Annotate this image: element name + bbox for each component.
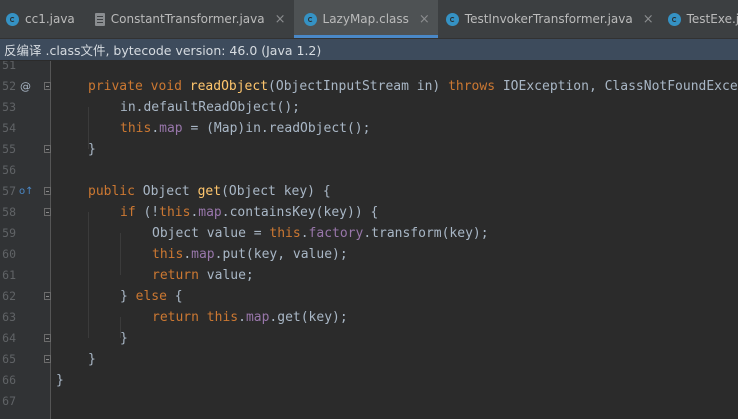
tab-testinvokertransformer-java[interactable]: TestInvokerTransformer.java × bbox=[438, 0, 662, 38]
code-text: } bbox=[88, 352, 96, 367]
code-text: this.map = (Map)in.readObject(); bbox=[120, 121, 371, 136]
tab-label: TestExe.java bbox=[686, 12, 738, 26]
code-line: 59 Object value = this.factory.transform… bbox=[0, 223, 738, 244]
override-method-icon[interactable]: o↑ bbox=[19, 181, 35, 202]
java-file-icon bbox=[94, 12, 105, 26]
code-line: 61 return value; bbox=[0, 265, 738, 286]
fold-toggle-icon[interactable] bbox=[44, 82, 51, 90]
fold-toggle-icon[interactable] bbox=[44, 187, 51, 195]
line-number: 54 bbox=[2, 121, 16, 135]
code-line: 54 this.map = (Map)in.readObject(); bbox=[0, 118, 738, 139]
code-line: 52 @ private void readObject(ObjectInput… bbox=[0, 76, 738, 97]
code-line: 51 bbox=[0, 61, 738, 76]
fold-toggle-icon[interactable] bbox=[44, 145, 51, 153]
code-line: 57 o↑ public Object get(Object key) { bbox=[0, 181, 738, 202]
tab-label: ConstantTransformer.java bbox=[110, 12, 265, 26]
line-number: 58 bbox=[2, 205, 16, 219]
annotation-marker-icon[interactable]: @ bbox=[20, 76, 36, 97]
tab-constanttransformer-java[interactable]: ConstantTransformer.java × bbox=[83, 0, 294, 38]
line-number: 52 bbox=[2, 79, 16, 93]
line-number: 63 bbox=[2, 310, 16, 324]
line-number: 61 bbox=[2, 268, 16, 282]
line-number: 66 bbox=[2, 373, 16, 387]
tab-label: TestInvokerTransformer.java bbox=[464, 12, 633, 26]
fold-toggle-icon[interactable] bbox=[44, 334, 51, 342]
editor-tab-bar: cc1.java ConstantTransformer.java × Lazy… bbox=[0, 0, 738, 39]
code-text: } else { bbox=[120, 289, 183, 304]
close-icon[interactable]: × bbox=[275, 13, 286, 26]
decompiled-class-banner: 反编译 .class文件, bytecode version: 46.0 (Ja… bbox=[0, 39, 738, 60]
code-text: private void readObject(ObjectInputStrea… bbox=[88, 79, 738, 94]
line-number: 65 bbox=[2, 352, 16, 366]
tab-cc1-java[interactable]: cc1.java bbox=[0, 0, 83, 38]
tab-testexe-java[interactable]: TestExe.java × bbox=[662, 0, 738, 38]
java-class-icon bbox=[667, 12, 681, 26]
code-text: } bbox=[88, 142, 96, 157]
line-number: 62 bbox=[2, 289, 16, 303]
code-line: 67 bbox=[0, 391, 738, 412]
line-number: 60 bbox=[2, 247, 16, 261]
code-line: 64 } bbox=[0, 328, 738, 349]
code-text: in.defaultReadObject(); bbox=[120, 100, 301, 115]
code-text: if (!this.map.containsKey(key)) { bbox=[120, 205, 379, 220]
fold-toggle-icon[interactable] bbox=[44, 292, 51, 300]
java-class-icon bbox=[445, 12, 459, 26]
code-line: 56 bbox=[0, 160, 738, 181]
code-line: 55 } bbox=[0, 139, 738, 160]
code-text: return value; bbox=[152, 268, 254, 283]
code-line: 62 } else { bbox=[0, 286, 738, 307]
code-line: 65 } bbox=[0, 349, 738, 370]
java-class-icon bbox=[6, 12, 19, 26]
code-editor[interactable]: 51 52 @ private void readObject(ObjectIn… bbox=[0, 61, 738, 419]
line-number: 59 bbox=[2, 226, 16, 240]
code-line: 63 return this.map.get(key); bbox=[0, 307, 738, 328]
code-text: } bbox=[120, 331, 128, 346]
banner-text: 反编译 .class文件, bytecode version: 46.0 (Ja… bbox=[4, 43, 322, 58]
tab-label: cc1.java bbox=[25, 12, 75, 26]
tab-lazymap-class[interactable]: LazyMap.class × bbox=[293, 0, 439, 38]
line-number: 64 bbox=[2, 331, 16, 345]
code-text: this.map.put(key, value); bbox=[152, 247, 348, 262]
close-icon[interactable]: × bbox=[643, 13, 654, 26]
fold-toggle-icon[interactable] bbox=[44, 208, 51, 216]
line-number: 51 bbox=[2, 61, 16, 72]
compiled-class-icon bbox=[303, 12, 317, 26]
close-icon[interactable]: × bbox=[419, 13, 430, 26]
line-number: 67 bbox=[2, 394, 16, 408]
code-text: } bbox=[56, 373, 64, 388]
line-number: 56 bbox=[2, 163, 16, 177]
code-line: 53 in.defaultReadObject(); bbox=[0, 97, 738, 118]
tab-label: LazyMap.class bbox=[322, 12, 409, 26]
line-number: 55 bbox=[2, 142, 16, 156]
code-text: public Object get(Object key) { bbox=[88, 184, 331, 199]
code-line: 66 } bbox=[0, 370, 738, 391]
code-text: Object value = this.factory.transform(ke… bbox=[152, 226, 489, 241]
code-line: 58 if (!this.map.containsKey(key)) { bbox=[0, 202, 738, 223]
line-number: 53 bbox=[2, 100, 16, 114]
line-number: 57 bbox=[2, 184, 16, 198]
fold-toggle-icon[interactable] bbox=[44, 355, 51, 363]
code-text: return this.map.get(key); bbox=[152, 310, 348, 325]
code-line: 60 this.map.put(key, value); bbox=[0, 244, 738, 265]
